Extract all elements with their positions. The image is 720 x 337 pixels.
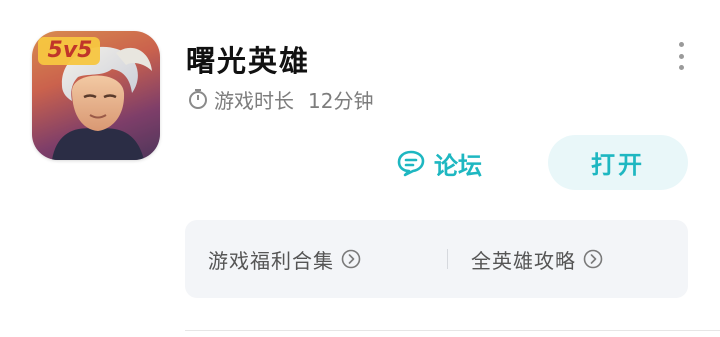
playtime-value: 12分钟: [308, 88, 374, 113]
link-label: 游戏福利合集: [208, 248, 334, 273]
bottom-divider: [185, 330, 720, 331]
app-icon[interactable]: 5v5: [32, 31, 160, 160]
stopwatch-icon: [189, 89, 207, 109]
chevron-right-circle-icon: [341, 249, 361, 269]
link-divider: [447, 249, 448, 269]
playtime-row: 游戏时长 12分钟: [188, 86, 374, 113]
app-title: 曙光英雄: [186, 44, 311, 78]
playtime-label: 游戏时长: [214, 88, 294, 113]
forum-chat-icon: [397, 150, 425, 177]
more-dot-icon: [678, 65, 684, 70]
more-dot-icon: [678, 53, 684, 59]
link-hero-guides[interactable]: 全英雄攻略: [471, 220, 603, 298]
more-dot-icon: [678, 42, 684, 47]
forum-label: 论坛: [434, 151, 482, 180]
open-button[interactable]: 打开: [548, 135, 688, 190]
quick-links-panel: 游戏福利合集 全英雄攻略: [185, 220, 688, 298]
link-label: 全英雄攻略: [471, 248, 576, 273]
link-game-benefits[interactable]: 游戏福利合集: [208, 220, 361, 298]
chevron-right-circle-icon: [583, 249, 603, 269]
icon-badge: 5v5: [47, 38, 93, 63]
more-options-button[interactable]: [672, 42, 690, 70]
forum-button[interactable]: 论坛: [396, 140, 482, 186]
